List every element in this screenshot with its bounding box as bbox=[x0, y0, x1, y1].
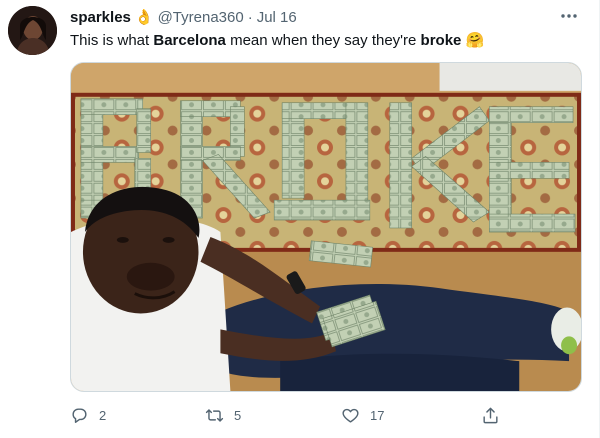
tweet-text-bold-broke: broke bbox=[420, 32, 462, 49]
reply-button[interactable]: 2 bbox=[70, 402, 106, 428]
ok-hand-emoji: 👌 bbox=[134, 8, 154, 26]
retweet-icon bbox=[205, 408, 224, 422]
tweet-actions: 2 5 17 bbox=[70, 402, 510, 428]
avatar-image bbox=[8, 6, 57, 55]
more-button[interactable] bbox=[557, 6, 581, 26]
display-name[interactable]: sparkles bbox=[70, 9, 131, 26]
more-icon bbox=[561, 14, 577, 18]
tweet-date[interactable]: Jul 16 bbox=[257, 9, 297, 26]
like-count: 17 bbox=[370, 407, 385, 423]
hugging-face-emoji: 🤗 bbox=[465, 32, 485, 49]
retweet-button[interactable]: 5 bbox=[205, 402, 241, 428]
tweet-text: This is what Barcelona mean when they sa… bbox=[70, 31, 484, 49]
tweet-media[interactable] bbox=[70, 62, 582, 392]
tweet-text-part: mean when they say they're bbox=[225, 32, 421, 49]
avatar[interactable] bbox=[8, 6, 57, 55]
retweet-count: 5 bbox=[234, 407, 242, 423]
tweet-text-part: This is what bbox=[70, 32, 154, 49]
reply-count: 2 bbox=[99, 407, 107, 423]
tweet-card[interactable]: sparkles 👌 @Tyrena360 · Jul 16 This is w… bbox=[0, 0, 600, 438]
like-button[interactable]: 17 bbox=[341, 402, 384, 428]
share-icon bbox=[483, 407, 498, 423]
heart-icon bbox=[342, 408, 359, 423]
tweet-header: sparkles 👌 @Tyrena360 · Jul 16 bbox=[70, 8, 297, 26]
separator-dot: · bbox=[247, 8, 253, 26]
tweet-text-bold-barcelona: Barcelona bbox=[153, 32, 226, 49]
share-button[interactable] bbox=[481, 402, 500, 428]
reply-icon bbox=[72, 407, 87, 423]
user-handle[interactable]: @Tyrena360 bbox=[158, 9, 244, 26]
money-photo bbox=[71, 63, 581, 391]
